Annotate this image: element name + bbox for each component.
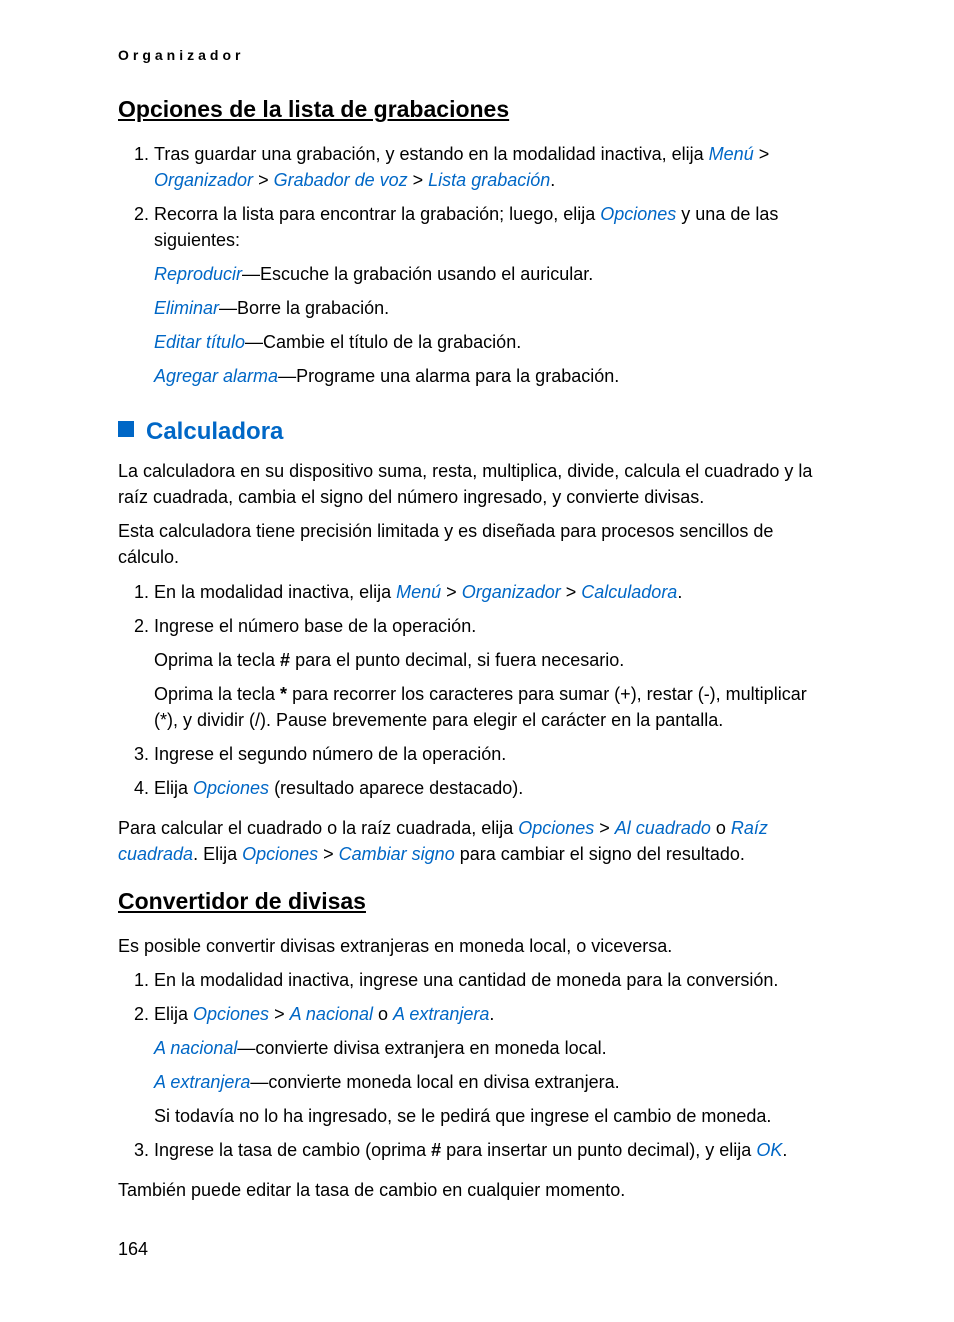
text: . xyxy=(677,582,682,602)
text: Para calcular el cuadrado o la raíz cuad… xyxy=(118,818,518,838)
square-bullet-icon xyxy=(118,421,134,437)
list-item: En la modalidad inactiva, elija Menú > O… xyxy=(154,579,834,605)
text: > xyxy=(594,818,615,838)
menu-path: Menú xyxy=(396,582,441,602)
option-key: Editar título xyxy=(154,332,245,352)
menu-path: Menú xyxy=(709,144,754,164)
calculadora-list: En la modalidad inactiva, elija Menú > O… xyxy=(118,579,834,802)
text: . xyxy=(550,170,555,190)
menu-path: Lista grabación xyxy=(428,170,550,190)
paragraph: Es posible convertir divisas extranjeras… xyxy=(118,933,834,959)
text: Ingrese la tasa de cambio (oprima xyxy=(154,1140,431,1160)
text: Elija xyxy=(154,778,193,798)
paragraph: Oprima la tecla * para recorrer los cara… xyxy=(154,681,834,733)
option-desc: —Escuche la grabación usando el auricula… xyxy=(242,264,593,284)
option-item: A extranjera—convierte moneda local en d… xyxy=(154,1069,834,1095)
paragraph: Para calcular el cuadrado o la raíz cuad… xyxy=(118,815,834,867)
option-desc: —convierte divisa extranjera en moneda l… xyxy=(237,1038,606,1058)
text: . Elija xyxy=(193,844,242,864)
text: o xyxy=(373,1004,393,1024)
text: o xyxy=(711,818,731,838)
text: > xyxy=(441,582,462,602)
text: > xyxy=(408,170,429,190)
menu-path: Grabador de voz xyxy=(274,170,408,190)
paragraph: También puede editar la tasa de cambio e… xyxy=(118,1177,834,1203)
options-block: Reproducir—Escuche la grabación usando e… xyxy=(154,261,834,389)
page-number: 164 xyxy=(118,1236,834,1262)
text: Tras guardar una grabación, y estando en… xyxy=(154,144,709,164)
text: > xyxy=(754,144,770,164)
heading-text: Calculadora xyxy=(146,418,283,445)
text: > xyxy=(561,582,582,602)
section-heading-calculadora: Calculadora xyxy=(118,415,834,450)
grabaciones-list: Tras guardar una grabación, y estando en… xyxy=(118,141,834,390)
option-desc: —Cambie el título de la grabación. xyxy=(245,332,521,352)
text: Recorra la lista para encontrar la graba… xyxy=(154,204,600,224)
paragraph: Si todavía no lo ha ingresado, se le ped… xyxy=(154,1103,834,1129)
convertidor-list: En la modalidad inactiva, ingrese una ca… xyxy=(118,967,834,1164)
text: > xyxy=(269,1004,290,1024)
text: para insertar un punto decimal), y elija xyxy=(441,1140,756,1160)
text: > xyxy=(253,170,274,190)
text: Oprima la tecla xyxy=(154,684,280,704)
text: Elija xyxy=(154,1004,193,1024)
section-heading-convertidor: Convertidor de divisas xyxy=(118,885,834,918)
text: (resultado aparece destacado). xyxy=(269,778,523,798)
menu-path: Opciones xyxy=(193,778,269,798)
menu-path: Opciones xyxy=(242,844,318,864)
text: En la modalidad inactiva, elija xyxy=(154,582,396,602)
sub-block: Oprima la tecla # para el punto decimal,… xyxy=(154,647,834,733)
text: . xyxy=(782,1140,787,1160)
list-item: Ingrese la tasa de cambio (oprima # para… xyxy=(154,1137,834,1163)
key-char: # xyxy=(431,1140,441,1160)
option-desc: —Programe una alarma para la grabación. xyxy=(278,366,619,386)
list-item: En la modalidad inactiva, ingrese una ca… xyxy=(154,967,834,993)
text: > xyxy=(318,844,339,864)
option-key: A extranjera xyxy=(154,1072,250,1092)
key-char: # xyxy=(280,650,290,670)
menu-path: Calculadora xyxy=(581,582,677,602)
option-desc: —Borre la grabación. xyxy=(219,298,389,318)
menu-path: Opciones xyxy=(600,204,676,224)
key-char: * xyxy=(280,684,287,704)
option-desc: —convierte moneda local en divisa extran… xyxy=(250,1072,619,1092)
menu-path: Opciones xyxy=(518,818,594,838)
option-key: Eliminar xyxy=(154,298,219,318)
text: Ingrese el número base de la operación. xyxy=(154,616,476,636)
option-item: Editar título—Cambie el título de la gra… xyxy=(154,329,834,355)
list-item: Elija Opciones (resultado aparece destac… xyxy=(154,775,834,801)
option-key: Agregar alarma xyxy=(154,366,278,386)
menu-path: A extranjera xyxy=(393,1004,489,1024)
option-item: Eliminar—Borre la grabación. xyxy=(154,295,834,321)
menu-path: Organizador xyxy=(462,582,561,602)
option-item: A nacional—convierte divisa extranjera e… xyxy=(154,1035,834,1061)
option-key: Reproducir xyxy=(154,264,242,284)
paragraph: Esta calculadora tiene precisión limitad… xyxy=(118,518,834,570)
text: para el punto decimal, si fuera necesari… xyxy=(290,650,624,670)
paragraph: La calculadora en su dispositivo suma, r… xyxy=(118,458,834,510)
text: . xyxy=(489,1004,494,1024)
option-item: Agregar alarma—Programe una alarma para … xyxy=(154,363,834,389)
menu-path: Al cuadrado xyxy=(615,818,711,838)
page-header: Organizador xyxy=(118,45,834,65)
list-item: Tras guardar una grabación, y estando en… xyxy=(154,141,834,193)
list-item: Ingrese el segundo número de la operació… xyxy=(154,741,834,767)
option-item: Reproducir—Escuche la grabación usando e… xyxy=(154,261,834,287)
menu-path: Opciones xyxy=(193,1004,269,1024)
sub-block: A nacional—convierte divisa extranjera e… xyxy=(154,1035,834,1129)
menu-path: OK xyxy=(756,1140,782,1160)
menu-path: A nacional xyxy=(290,1004,373,1024)
text: para cambiar el signo del resultado. xyxy=(455,844,745,864)
section-heading-grabaciones: Opciones de la lista de grabaciones xyxy=(118,93,834,126)
menu-path: Cambiar signo xyxy=(339,844,455,864)
list-item: Elija Opciones > A nacional o A extranje… xyxy=(154,1001,834,1129)
list-item: Recorra la lista para encontrar la graba… xyxy=(154,201,834,390)
text: Oprima la tecla xyxy=(154,650,280,670)
option-key: A nacional xyxy=(154,1038,237,1058)
menu-path: Organizador xyxy=(154,170,253,190)
paragraph: Oprima la tecla # para el punto decimal,… xyxy=(154,647,834,673)
list-item: Ingrese el número base de la operación. … xyxy=(154,613,834,733)
